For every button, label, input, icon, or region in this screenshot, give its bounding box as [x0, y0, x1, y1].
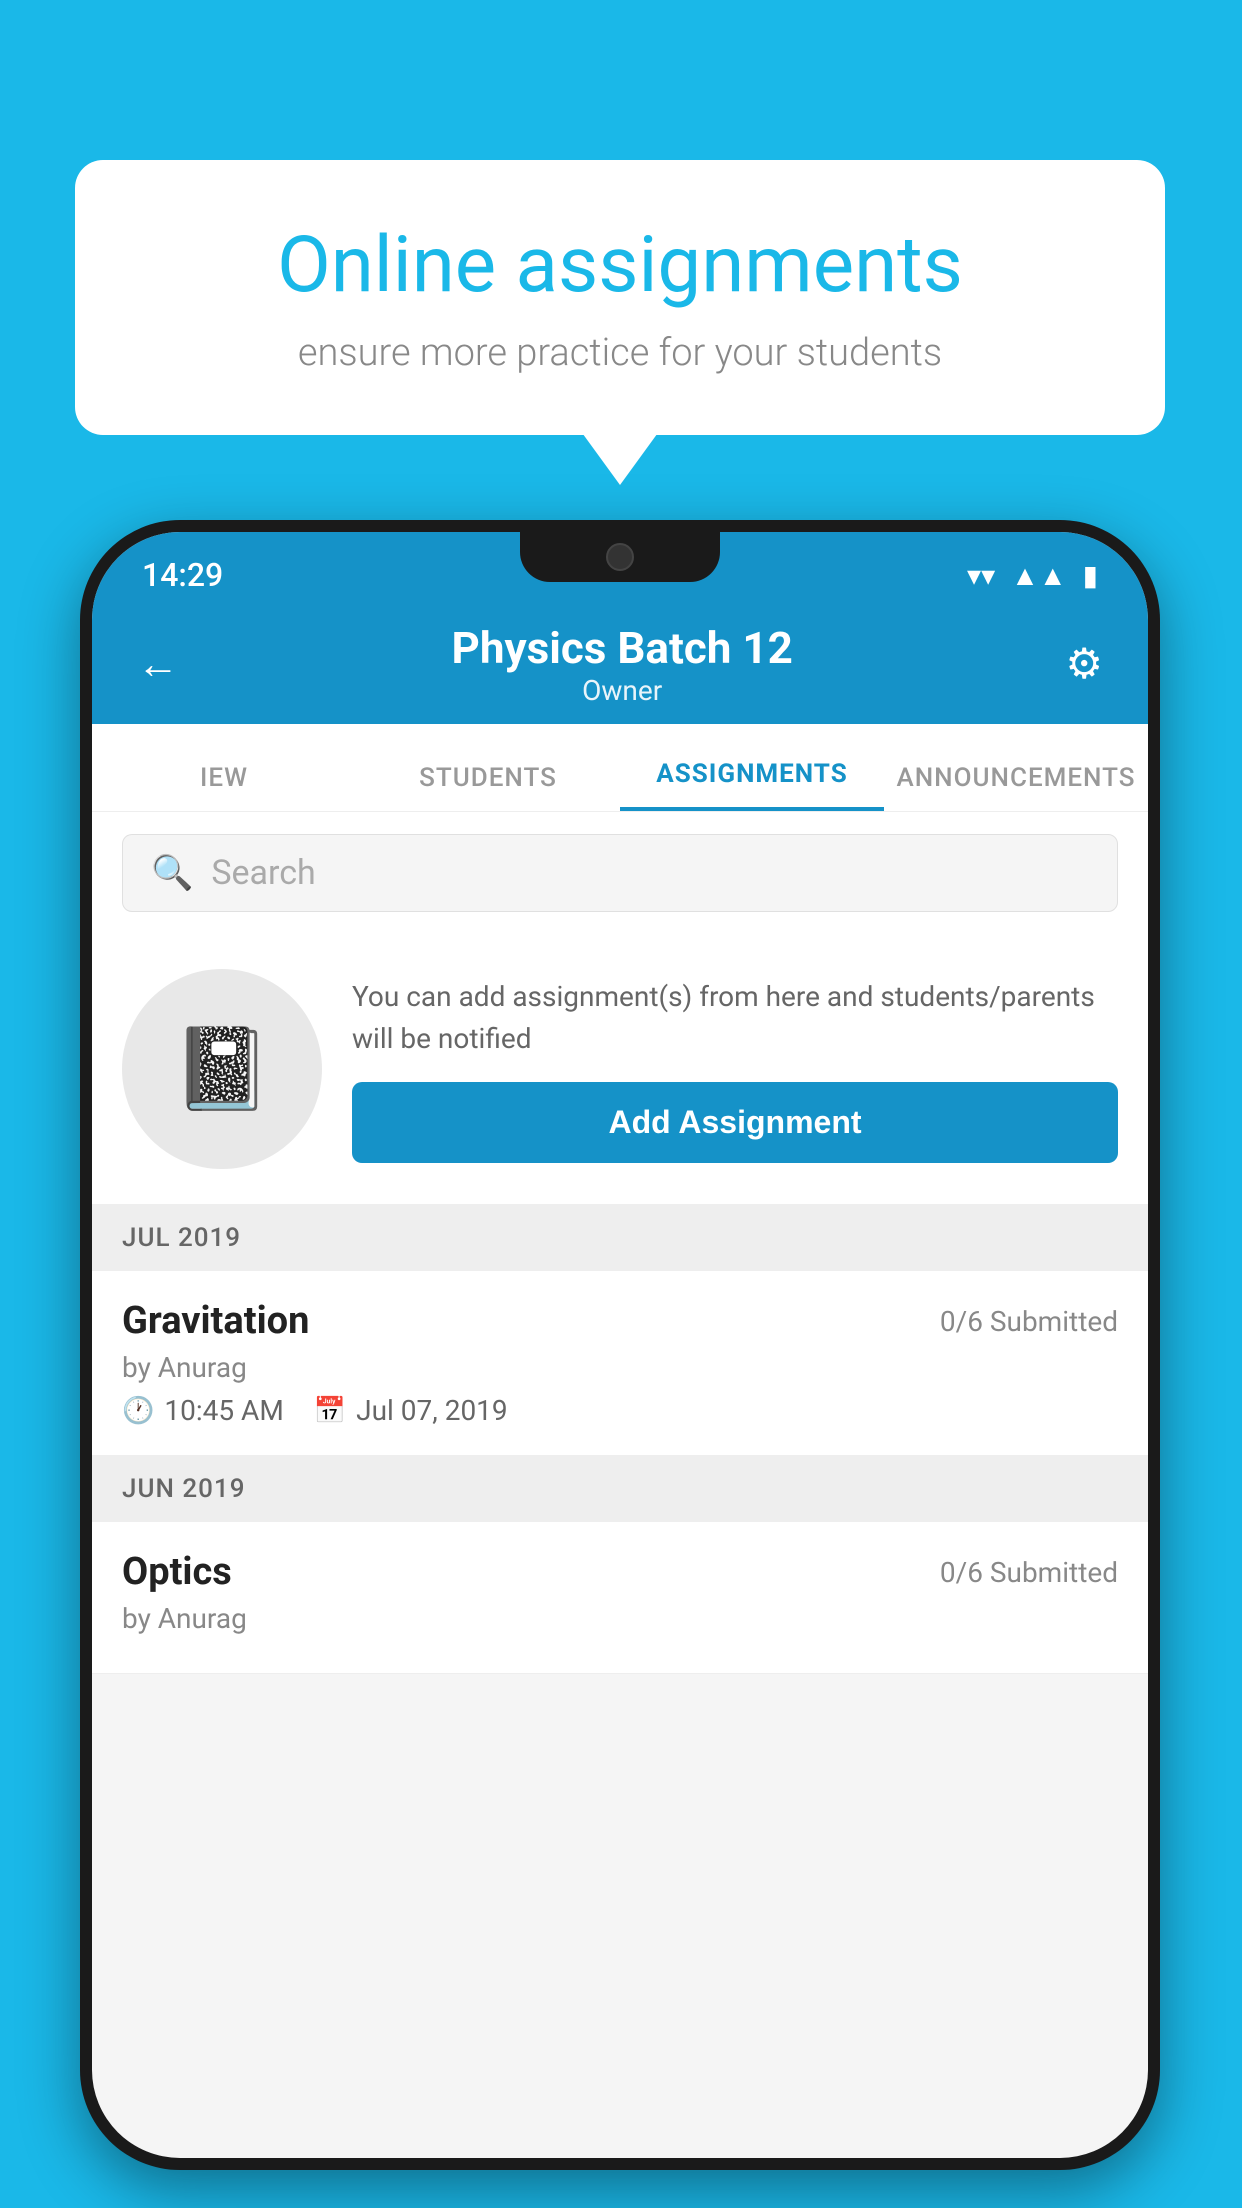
clock-icon: 🕐	[122, 1396, 154, 1426]
status-time: 14:29	[142, 556, 223, 594]
tab-iew[interactable]: IEW	[92, 763, 356, 811]
tab-students[interactable]: STUDENTS	[356, 763, 620, 811]
phone-camera	[606, 543, 634, 571]
assignment-by-gravitation: by Anurag	[122, 1351, 1118, 1384]
assignment-item-gravitation[interactable]: Gravitation 0/6 Submitted by Anurag 🕐 10…	[92, 1271, 1148, 1456]
status-icons: ▾▾ ▲▲ ▮	[967, 559, 1098, 592]
app-header: ← Physics Batch 12 Owner ⚙	[92, 604, 1148, 724]
assignment-top-row-optics: Optics 0/6 Submitted	[122, 1550, 1118, 1594]
promo-text: You can add assignment(s) from here and …	[352, 976, 1118, 1060]
settings-icon[interactable]: ⚙	[1065, 639, 1103, 689]
tabs-bar: IEW STUDENTS ASSIGNMENTS ANNOUNCEMENTS	[92, 724, 1148, 812]
section-header-jul: JUL 2019	[92, 1205, 1148, 1271]
assignment-title-gravitation: Gravitation	[122, 1299, 309, 1343]
assignment-submitted-optics: 0/6 Submitted	[940, 1556, 1118, 1589]
wifi-icon: ▾▾	[967, 559, 995, 592]
back-button[interactable]: ←	[137, 640, 179, 689]
phone-outer: 14:29 ▾▾ ▲▲ ▮ ← Physics Batch 12 Owner ⚙…	[80, 520, 1160, 2170]
phone-notch	[520, 532, 720, 582]
header-subtitle: Owner	[451, 674, 792, 707]
section-header-jun: JUN 2019	[92, 1456, 1148, 1522]
bubble-title: Online assignments	[145, 220, 1095, 311]
tab-announcements[interactable]: ANNOUNCEMENTS	[884, 763, 1148, 811]
search-bar[interactable]: 🔍 Search	[122, 834, 1118, 912]
assignment-date-value: Jul 07, 2019	[356, 1394, 508, 1427]
search-container: 🔍 Search	[92, 812, 1148, 934]
search-icon: 🔍	[151, 853, 193, 893]
search-input[interactable]: Search	[211, 853, 315, 893]
assignment-meta-gravitation: 🕐 10:45 AM 📅 Jul 07, 2019	[122, 1394, 1118, 1427]
promo-section: 📓 You can add assignment(s) from here an…	[92, 934, 1148, 1205]
tab-assignments[interactable]: ASSIGNMENTS	[620, 759, 884, 811]
header-title: Physics Batch 12	[451, 622, 792, 674]
signal-icon: ▲▲	[1011, 559, 1066, 592]
bubble-subtitle: ensure more practice for your students	[145, 331, 1095, 375]
speech-bubble-container: Online assignments ensure more practice …	[75, 160, 1165, 435]
promo-content: You can add assignment(s) from here and …	[352, 976, 1118, 1163]
assignment-time-value: 10:45 AM	[164, 1394, 283, 1427]
assignment-date: 📅 Jul 07, 2019	[314, 1394, 508, 1427]
assignment-title-optics: Optics	[122, 1550, 232, 1594]
promo-icon-circle: 📓	[122, 969, 322, 1169]
assignment-time: 🕐 10:45 AM	[122, 1394, 284, 1427]
notebook-icon: 📓	[172, 1022, 272, 1116]
phone-screen: 14:29 ▾▾ ▲▲ ▮ ← Physics Batch 12 Owner ⚙…	[92, 532, 1148, 2158]
add-assignment-button[interactable]: Add Assignment	[352, 1082, 1118, 1163]
speech-bubble: Online assignments ensure more practice …	[75, 160, 1165, 435]
phone-wrapper: 14:29 ▾▾ ▲▲ ▮ ← Physics Batch 12 Owner ⚙…	[80, 520, 1160, 2170]
assignment-top-row: Gravitation 0/6 Submitted	[122, 1299, 1118, 1343]
assignment-item-optics[interactable]: Optics 0/6 Submitted by Anurag	[92, 1522, 1148, 1674]
assignment-by-optics: by Anurag	[122, 1602, 1118, 1635]
header-center: Physics Batch 12 Owner	[451, 622, 792, 707]
calendar-icon: 📅	[314, 1396, 346, 1426]
assignment-submitted-gravitation: 0/6 Submitted	[940, 1305, 1118, 1338]
battery-icon: ▮	[1083, 559, 1098, 592]
